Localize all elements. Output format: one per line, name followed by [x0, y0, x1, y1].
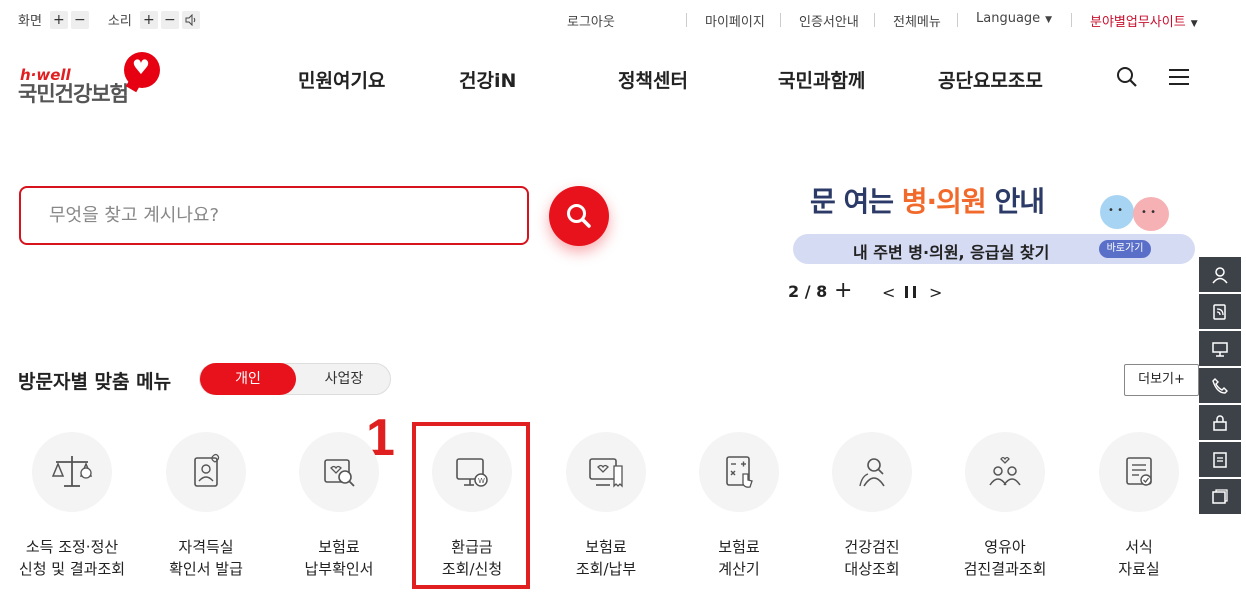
payment-check-icon	[324, 459, 355, 487]
certificate-guide-link[interactable]: 인증서안내	[799, 11, 859, 30]
nav-item-about[interactable]: 공단요모조모	[938, 66, 1043, 93]
mascot-blue-icon	[1100, 195, 1134, 229]
tile-label: 보험료	[585, 538, 627, 556]
search-field	[19, 186, 529, 245]
tile-qualification[interactable]: 자격득실 확인서 발급	[141, 432, 271, 580]
hamburger-menu-icon[interactable]	[1168, 68, 1190, 86]
tile-label: 서식	[1125, 538, 1153, 556]
tile-label: 소득 조정·정산	[25, 538, 119, 556]
tile-label: 환급금	[451, 538, 493, 556]
tile-label: 납부확인서	[304, 560, 374, 578]
tile-label: 보험료	[718, 538, 760, 556]
quick-list-icon[interactable]	[1199, 442, 1241, 479]
search-input[interactable]	[21, 188, 527, 243]
quick-user-icon[interactable]	[1199, 257, 1241, 294]
chevron-right-icon[interactable]: >	[929, 283, 942, 302]
language-select[interactable]: Language ▼	[976, 11, 1052, 26]
tile-label: 건강검진	[844, 538, 900, 556]
tile-label: 보험료	[318, 538, 360, 556]
tile-label: 조회/신청	[441, 560, 503, 578]
tile-premium-inquiry[interactable]: 보험료 조회/납부	[541, 432, 671, 580]
banner-more-icon[interactable]: +	[834, 278, 852, 303]
tile-infant-checkup[interactable]: 영유아 검진결과조회	[940, 432, 1070, 580]
tile-income-adjust[interactable]: 소득 조정·정산 신청 및 결과조회	[7, 432, 137, 580]
banner-pill-text: 내 주변 병·의원, 응급실 찾기	[853, 243, 1050, 262]
visitor-type-toggle: 개인 사업장	[199, 363, 391, 395]
document-icon	[1126, 457, 1152, 486]
sound-label: 소리	[107, 14, 132, 29]
bill-icon	[589, 458, 623, 488]
tile-label: 대상조회	[844, 560, 900, 578]
quick-lock-icon[interactable]	[1199, 405, 1241, 442]
quick-document-wifi-icon[interactable]	[1199, 294, 1241, 331]
utility-bar: 화면 + − 소리 + − 로그아웃 마이페이지 인증서안내 전체메뉴 Lang…	[0, 0, 1246, 40]
banner-page-indicator: 2 / 8	[788, 282, 828, 301]
quick-monitor-icon[interactable]	[1199, 331, 1241, 368]
tile-label: 계산기	[718, 560, 760, 578]
quick-menu-bar	[1199, 257, 1241, 516]
refund-monitor-icon: W	[456, 458, 488, 487]
tile-label: 검진결과조회	[963, 560, 1047, 578]
tile-health-checkup[interactable]: 건강검진 대상조회	[807, 432, 937, 580]
nav-item-policy[interactable]: 정책센터	[618, 66, 688, 93]
mascot-pink-icon	[1133, 197, 1169, 231]
quick-news-icon[interactable]	[1199, 479, 1241, 516]
banner-pill: 내 주변 병·의원, 응급실 찾기 바로가기	[793, 234, 1195, 264]
pause-icon[interactable]	[905, 286, 916, 298]
banner-go-button[interactable]: 바로가기	[1099, 240, 1151, 258]
scale-icon	[51, 456, 93, 487]
mypage-link[interactable]: 마이페이지	[705, 11, 765, 30]
heart-icon	[124, 52, 160, 88]
screen-size-label: 화면	[18, 14, 42, 29]
family-icon	[989, 456, 1021, 486]
tab-personal[interactable]: 개인	[200, 363, 296, 395]
visitor-menu-title: 방문자별 맞춤 메뉴	[18, 371, 172, 393]
search-icon	[567, 204, 591, 228]
accessibility-controls: 화면 + − 소리 + −	[18, 10, 203, 29]
tile-label: 영유아	[984, 538, 1026, 556]
nav-item-together[interactable]: 국민과함께	[778, 66, 865, 93]
logo-title: 국민건강보험	[18, 82, 129, 106]
tile-premium-payment-cert[interactable]: 보험료 납부확인서	[274, 432, 404, 580]
site-select[interactable]: 분야별업무사이트 ▼	[1090, 11, 1198, 30]
tile-label: 자격득실	[178, 538, 234, 556]
tile-label: 자료실	[1118, 560, 1160, 578]
screen-zoom-in-button[interactable]: +	[49, 10, 68, 29]
tab-business[interactable]: 사업장	[296, 363, 392, 395]
nav-item-civil[interactable]: 민원여기요	[298, 66, 385, 93]
all-menu-link[interactable]: 전체메뉴	[893, 11, 941, 30]
tile-premium-calculator[interactable]: 보험료 계산기	[674, 432, 804, 580]
tile-label: 조회/납부	[575, 560, 637, 578]
search-icon[interactable]	[1116, 66, 1138, 88]
search-button[interactable]	[549, 186, 609, 246]
volume-up-button[interactable]: +	[139, 10, 158, 29]
quick-phone-icon[interactable]	[1199, 368, 1241, 405]
id-card-icon	[194, 453, 220, 487]
tile-form-library[interactable]: 서식 자료실	[1074, 432, 1204, 580]
chevron-left-icon[interactable]: <	[882, 283, 895, 302]
tile-label: 확인서 발급	[169, 560, 243, 578]
speaker-icon[interactable]	[181, 10, 200, 29]
logout-link[interactable]: 로그아웃	[567, 11, 615, 30]
svg-text:W: W	[478, 477, 485, 485]
more-button[interactable]: 더보기+	[1124, 364, 1199, 396]
banner-title: 문 여는 병·의원 안내	[810, 185, 1045, 218]
volume-down-button[interactable]: −	[160, 10, 179, 29]
calculator-icon	[726, 456, 753, 488]
tile-label: 신청 및 결과조회	[18, 560, 126, 578]
screen-zoom-out-button[interactable]: −	[70, 10, 89, 29]
tile-refund[interactable]: W 환급금 조회/신청	[407, 432, 537, 580]
nav-item-health-in[interactable]: 건강iN	[459, 66, 516, 93]
checkup-person-icon	[859, 458, 885, 487]
